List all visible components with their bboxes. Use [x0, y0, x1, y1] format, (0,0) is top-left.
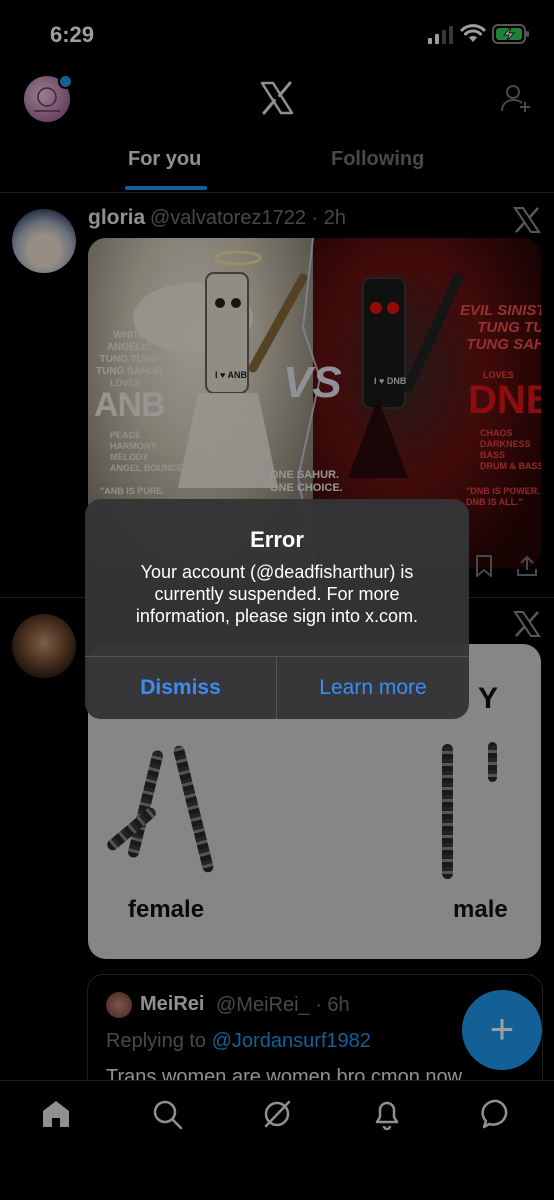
alert-title: Error — [250, 527, 304, 552]
dismiss-button[interactable]: Dismiss — [85, 656, 276, 719]
alert-message: Your account (@deadfisharthur) is curren… — [135, 562, 419, 626]
error-alert-dialog: Error Your account (@deadfisharthur) is … — [85, 499, 469, 719]
learn-more-button[interactable]: Learn more — [277, 656, 469, 719]
